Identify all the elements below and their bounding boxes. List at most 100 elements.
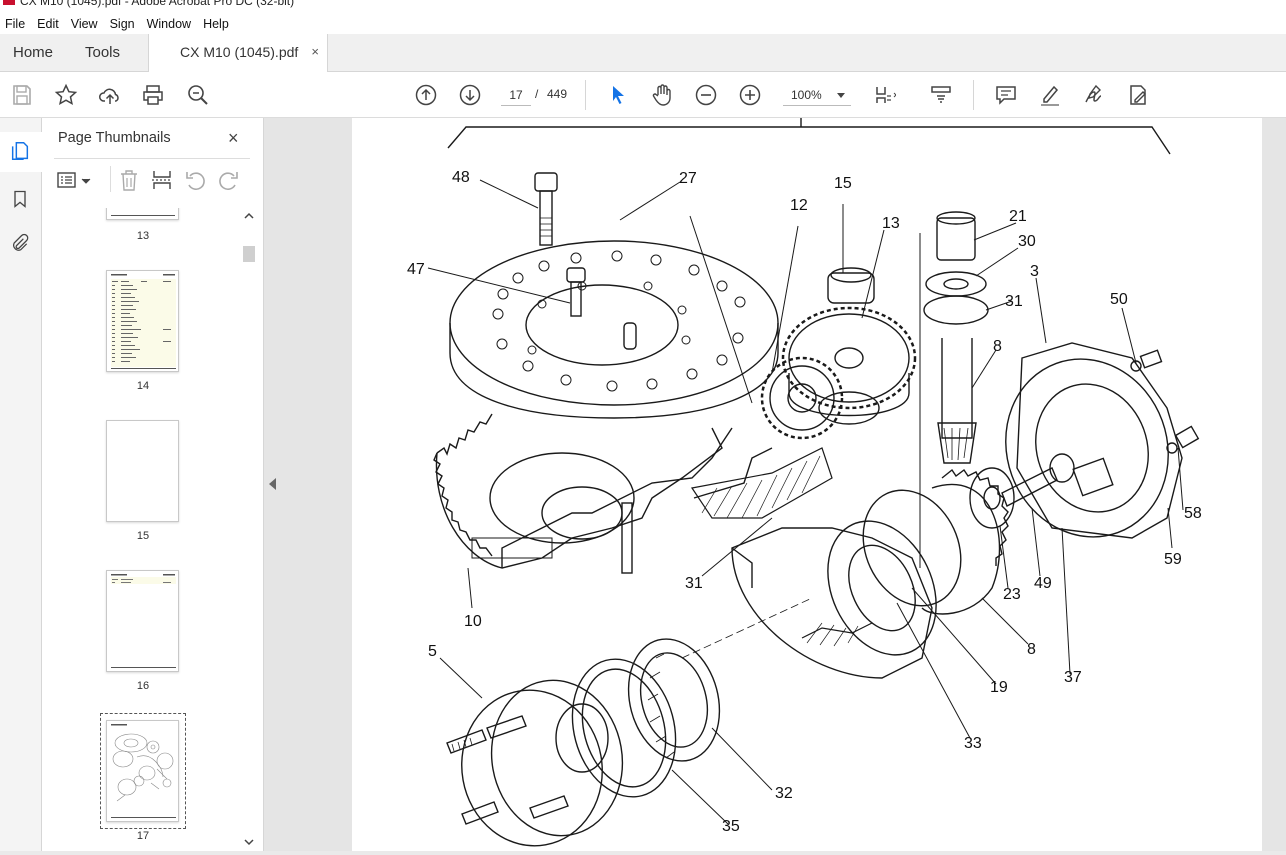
thumbnail-label: 14 [136, 380, 150, 392]
thumbnail-label: 16 [136, 680, 150, 692]
toolbar-divider [973, 80, 974, 110]
callout-30: 30 [1018, 233, 1036, 250]
bookmark-icon[interactable] [7, 186, 33, 212]
menu-edit[interactable]: Edit [31, 17, 65, 31]
scrollbar-thumb[interactable] [243, 246, 255, 262]
title-bar: CX M10 (1045).pdf - Adobe Acrobat Pro DC… [0, 0, 1286, 8]
thumbnail-page-13[interactable] [106, 208, 179, 220]
panel-divider [54, 158, 250, 159]
callout-13: 13 [882, 215, 900, 232]
hand-icon[interactable] [648, 81, 676, 109]
menu-view[interactable]: View [65, 17, 104, 31]
save-icon[interactable] [8, 81, 36, 109]
thumbnail-scrollbar[interactable] [241, 210, 257, 850]
callout-27: 27 [679, 170, 697, 187]
thumbnail-page-17[interactable] [106, 720, 179, 822]
zoom-select[interactable]: 100% [783, 84, 851, 106]
find-zoom-icon[interactable] [184, 81, 212, 109]
callout-5: 5 [428, 643, 437, 660]
toolbar-divider [110, 166, 111, 192]
options-menu-icon[interactable] [57, 170, 93, 195]
highlight-icon[interactable] [1036, 81, 1064, 109]
callout-12: 12 [790, 197, 808, 214]
select-arrow-icon[interactable] [604, 81, 632, 109]
close-panel-icon[interactable]: × [228, 128, 239, 149]
callout-19: 19 [990, 679, 1008, 696]
tab-row: Home Tools CX M10 (1045).pdf × [0, 34, 1286, 72]
sign-icon[interactable] [1080, 81, 1108, 109]
thumbnail-page-16[interactable] [106, 570, 179, 672]
page-separator: / [535, 87, 539, 101]
scroll-down-icon[interactable] [241, 836, 257, 848]
callout-59: 59 [1164, 551, 1182, 568]
callout-47: 47 [407, 261, 425, 278]
page-number-input[interactable]: 17 [501, 84, 531, 106]
page-thumbnails-icon[interactable] [7, 138, 33, 164]
callout-49: 49 [1034, 575, 1052, 592]
thumbnail-page-14[interactable] [106, 270, 179, 372]
menu-sign[interactable]: Sign [104, 17, 141, 31]
thumbnail-label: 15 [136, 530, 150, 542]
pdf-page: 48 27 15 12 13 21 30 31 3 50 8 47 58 59 … [352, 118, 1262, 855]
callout-32: 32 [775, 785, 793, 802]
edit-pdf-icon[interactable] [1124, 81, 1152, 109]
tab-home[interactable]: Home [13, 44, 53, 61]
prev-page-icon[interactable] [412, 81, 440, 109]
page-thumbnails-panel: Page Thumbnails × 13 14 15 16 17 [42, 118, 264, 855]
bottom-edge [0, 851, 1286, 855]
scroll-up-icon[interactable] [241, 210, 257, 222]
rotate-left-icon[interactable] [184, 168, 208, 197]
page-total: 449 [547, 87, 568, 101]
callout-58: 58 [1184, 505, 1202, 522]
panel-title: Page Thumbnails [58, 130, 171, 146]
close-tab-icon[interactable]: × [311, 44, 319, 59]
menu-bar: File Edit View Sign Window Help [0, 14, 1286, 34]
zoom-out-icon[interactable] [692, 81, 720, 109]
thumbnail-list: 13 14 15 16 17 [42, 208, 242, 853]
zoom-value: 100% [791, 88, 822, 102]
acrobat-logo-icon [3, 0, 15, 5]
tab-document[interactable]: CX M10 (1045).pdf × [148, 34, 328, 72]
thumbnail-toolbar [52, 164, 252, 196]
callout-31-lower: 31 [685, 575, 703, 592]
document-viewport[interactable]: 48 27 15 12 13 21 30 31 3 50 8 47 58 59 … [264, 118, 1286, 855]
callout-8: 8 [993, 338, 1002, 355]
delete-page-icon[interactable] [118, 168, 140, 197]
comment-icon[interactable] [992, 81, 1020, 109]
menu-file[interactable]: File [0, 17, 31, 31]
callout-33: 33 [964, 735, 982, 752]
window-title: CX M10 (1045).pdf - Adobe Acrobat Pro DC… [20, 0, 295, 8]
chevron-down-icon [837, 93, 845, 98]
callout-15: 15 [834, 175, 852, 192]
thumbnail-label: 17 [136, 830, 150, 842]
callout-37: 37 [1064, 669, 1082, 686]
part-callouts: 48 27 15 12 13 21 30 31 3 50 8 47 58 59 … [407, 169, 1202, 835]
collapse-panel-icon[interactable] [269, 478, 276, 490]
callout-10: 10 [464, 613, 482, 630]
next-page-icon[interactable] [456, 81, 484, 109]
thumbnail-label: 13 [136, 230, 150, 242]
tab-tools[interactable]: Tools [85, 44, 120, 61]
scroll-mode-icon[interactable] [927, 81, 955, 109]
star-icon[interactable] [52, 81, 80, 109]
thumbnail-page-15[interactable] [106, 420, 179, 522]
fit-page-icon[interactable] [870, 81, 898, 109]
left-navigation-rail [0, 118, 42, 855]
extract-pages-icon[interactable] [150, 168, 174, 197]
attachment-icon[interactable] [7, 230, 33, 256]
toolbar-divider [585, 80, 586, 110]
upload-icon[interactable] [96, 81, 124, 109]
acrobat-window: CX M10 (1045).pdf - Adobe Acrobat Pro DC… [0, 0, 1286, 855]
print-icon[interactable] [139, 81, 167, 109]
menu-window[interactable]: Window [141, 17, 197, 31]
callout-3: 3 [1030, 263, 1039, 280]
zoom-in-icon[interactable] [736, 81, 764, 109]
menu-help[interactable]: Help [197, 17, 235, 31]
callout-48: 48 [452, 169, 470, 186]
callout-50: 50 [1110, 291, 1128, 308]
exploded-parts-drawing: 48 27 15 12 13 21 30 31 3 50 8 47 58 59 … [407, 118, 1202, 847]
callout-23: 23 [1003, 586, 1021, 603]
rotate-right-icon[interactable] [216, 168, 240, 197]
callout-8-lower: 8 [1027, 641, 1036, 658]
callout-31: 31 [1005, 293, 1023, 310]
